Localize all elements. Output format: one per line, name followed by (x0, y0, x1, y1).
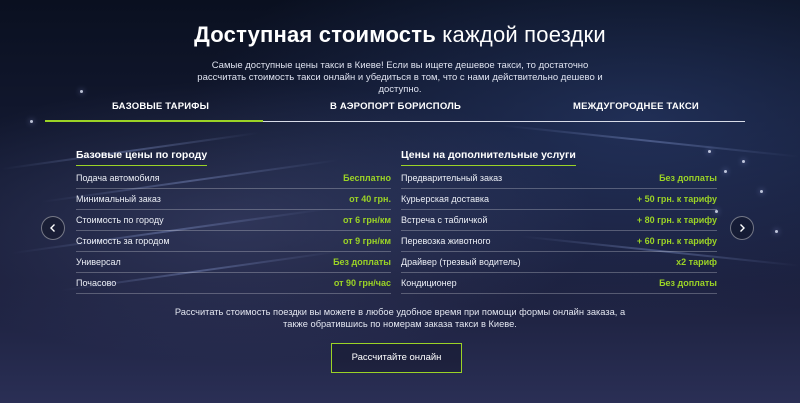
list-item: Перевозка животного + 60 грн. к тарифу (401, 231, 717, 252)
price-label: Стоимость за городом (76, 236, 170, 246)
price-value: от 40 грн. (349, 194, 391, 204)
list-item: Кондиционер Без доплаты (401, 273, 717, 294)
price-label: Стоимость по городу (76, 215, 164, 225)
tab-intercity-taxi[interactable]: МЕЖДУГОРОДНЕЕ ТАКСИ (573, 101, 699, 112)
service-label: Кондиционер (401, 278, 457, 288)
service-value: Без доплаты (659, 173, 717, 183)
list-item: Минимальный заказ от 40 грн. (76, 189, 391, 210)
section-title-light: каждой поездки (442, 22, 606, 47)
section-title-bold: Доступная стоимость (194, 22, 436, 47)
base-prices-title: Базовые цены по городу (76, 149, 208, 166)
section-title: Доступная стоимость каждой поездки (0, 22, 800, 48)
list-item: Стоимость за городом от 9 грн/км (76, 231, 391, 252)
list-item: Встреча с табличкой + 80 грн. к тарифу (401, 210, 717, 231)
service-label: Перевозка животного (401, 236, 491, 246)
service-value: Без доплаты (659, 278, 717, 288)
service-label: Курьерская доставка (401, 194, 490, 204)
service-value: + 60 грн. к тарифу (636, 236, 717, 246)
chevron-right-icon (740, 224, 745, 232)
list-item: Драйвер (трезвый водитель) x2 тариф (401, 252, 717, 273)
price-label: Подача автомобиля (76, 173, 160, 183)
list-item: Предварительный заказ Без доплаты (401, 168, 717, 189)
list-item: Подача автомобиля Бесплатно (76, 168, 391, 189)
price-value: Бесплатно (343, 173, 391, 183)
service-value: x2 тариф (676, 257, 717, 267)
price-value: от 6 грн/км (342, 215, 391, 225)
section-intro: Самые доступные цены такси в Киеве! Если… (197, 60, 603, 95)
service-value: + 50 грн. к тарифу (636, 194, 717, 204)
price-value: от 9 грн/км (342, 236, 391, 246)
price-value: от 90 грн/час (333, 278, 391, 288)
calculate-online-button[interactable]: Рассчитайте онлайн (331, 343, 462, 373)
list-item: Курьерская доставка + 50 грн. к тарифу (401, 189, 717, 210)
price-label: Минимальный заказ (76, 194, 161, 204)
extra-services-title: Цены на дополнительные услуги (401, 149, 576, 166)
list-item: Универсал Без доплаты (76, 252, 391, 273)
tab-base-tariffs[interactable]: БАЗОВЫЕ ТАРИФЫ (112, 101, 209, 112)
list-item: Почасово от 90 грн/час (76, 273, 391, 294)
tab-active-indicator (45, 120, 263, 122)
chevron-left-icon (50, 224, 55, 232)
price-value: Без доплаты (333, 257, 391, 267)
tab-divider (263, 121, 745, 122)
service-label: Встреча с табличкой (401, 215, 488, 225)
price-label: Универсал (76, 257, 121, 267)
carousel-next-button[interactable] (730, 216, 754, 240)
footer-description: Рассчитать стоимость поездки вы можете в… (174, 307, 626, 329)
extra-services-list: Предварительный заказ Без доплаты Курьерс… (401, 168, 717, 294)
carousel-prev-button[interactable] (41, 216, 65, 240)
service-label: Предварительный заказ (401, 173, 503, 183)
service-value: + 80 грн. к тарифу (636, 215, 717, 225)
service-label: Драйвер (трезвый водитель) (401, 257, 521, 267)
list-item: Стоимость по городу от 6 грн/км (76, 210, 391, 231)
base-prices-list: Подача автомобиля Бесплатно Минимальный з… (76, 168, 391, 294)
price-label: Почасово (76, 278, 117, 288)
tab-airport-boryspil[interactable]: В АЭРОПОРТ БОРИСПОЛЬ (330, 101, 461, 112)
